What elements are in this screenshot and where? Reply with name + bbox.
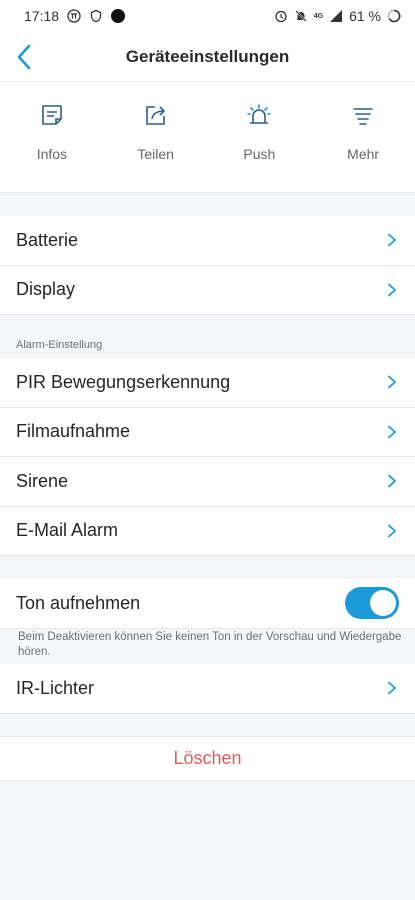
chevron-left-icon bbox=[17, 44, 31, 70]
chevron-right-icon bbox=[388, 681, 396, 695]
chevron-right-icon bbox=[388, 283, 396, 297]
chevron-right-icon bbox=[388, 524, 396, 538]
status-bar: 17:18 4G 61 % bbox=[0, 0, 415, 32]
audio-settings-group: Ton aufnehmen bbox=[0, 579, 415, 629]
alarm-clock-icon bbox=[275, 10, 287, 23]
row-sirene[interactable]: Sirene bbox=[0, 457, 415, 507]
quick-action-label: Push bbox=[243, 146, 276, 162]
quick-action-label: Teilen bbox=[137, 146, 174, 162]
quick-action-label: Mehr bbox=[347, 146, 380, 162]
battery-percent: 61 % bbox=[349, 8, 381, 24]
battery-ring-icon bbox=[387, 9, 401, 23]
row-label: Ton aufnehmen bbox=[16, 592, 141, 613]
chevron-right-icon bbox=[388, 375, 396, 389]
quick-action-teilen[interactable]: Teilen bbox=[104, 82, 208, 192]
row-email-alarm[interactable]: E-Mail Alarm bbox=[0, 506, 415, 556]
row-filmaufnahme[interactable]: Filmaufnahme bbox=[0, 407, 415, 457]
pi-icon bbox=[67, 9, 81, 23]
toggle-knob bbox=[370, 590, 396, 617]
quick-action-label: Infos bbox=[36, 146, 68, 162]
quick-action-bar: Infos Teilen Push Mehr bbox=[0, 82, 415, 193]
notification-dot-icon bbox=[111, 9, 126, 23]
chevron-right-icon bbox=[388, 474, 396, 488]
row-label: IR-Lichter bbox=[16, 677, 95, 698]
signal-icon bbox=[330, 10, 343, 22]
shield-icon bbox=[90, 9, 102, 23]
chevron-right-icon bbox=[388, 425, 396, 439]
share-icon bbox=[145, 106, 165, 125]
alarm-settings-group: PIR Bewegungserkennung Filmaufnahme Sire… bbox=[0, 358, 415, 556]
row-label: E-Mail Alarm bbox=[16, 520, 119, 541]
chevron-right-icon bbox=[388, 233, 396, 247]
quick-action-push[interactable]: Push bbox=[208, 82, 312, 192]
info-card-icon bbox=[42, 105, 62, 125]
row-record-audio: Ton aufnehmen bbox=[0, 579, 415, 629]
network-type: 4G bbox=[313, 12, 324, 20]
menu-lines-icon bbox=[353, 108, 373, 125]
mute-bell-icon bbox=[295, 10, 307, 22]
alarm-bell-icon bbox=[247, 104, 272, 124]
row-display[interactable]: Display bbox=[0, 265, 415, 315]
row-label: Sirene bbox=[16, 470, 69, 491]
back-button[interactable] bbox=[8, 41, 40, 73]
row-label: Filmaufnahme bbox=[16, 421, 131, 442]
row-pir-motion-detection[interactable]: PIR Bewegungserkennung bbox=[0, 358, 415, 408]
audio-note: Beim Deaktivieren können Sie keinen Ton … bbox=[18, 631, 402, 658]
row-label: Display bbox=[16, 279, 76, 300]
status-time: 17:18 bbox=[24, 8, 60, 24]
row-ir-lights[interactable]: IR-Lichter bbox=[0, 664, 415, 714]
section-label-alarm: Alarm-Einstellung bbox=[16, 339, 103, 351]
ir-settings-group: IR-Lichter bbox=[0, 664, 415, 714]
row-label: PIR Bewegungserkennung bbox=[16, 371, 231, 392]
record-audio-toggle[interactable] bbox=[345, 587, 399, 620]
nav-bar: Geräteeinstellungen bbox=[0, 32, 415, 82]
general-settings-group: Batterie Display bbox=[0, 216, 415, 315]
row-label: Batterie bbox=[16, 229, 79, 250]
row-batterie[interactable]: Batterie bbox=[0, 216, 415, 266]
delete-label: Löschen bbox=[173, 748, 242, 768]
quick-action-mehr[interactable]: Mehr bbox=[311, 82, 415, 192]
quick-action-infos[interactable]: Infos bbox=[0, 82, 104, 192]
delete-button[interactable]: Löschen bbox=[0, 736, 415, 781]
page-title: Geräteeinstellungen bbox=[125, 46, 290, 66]
